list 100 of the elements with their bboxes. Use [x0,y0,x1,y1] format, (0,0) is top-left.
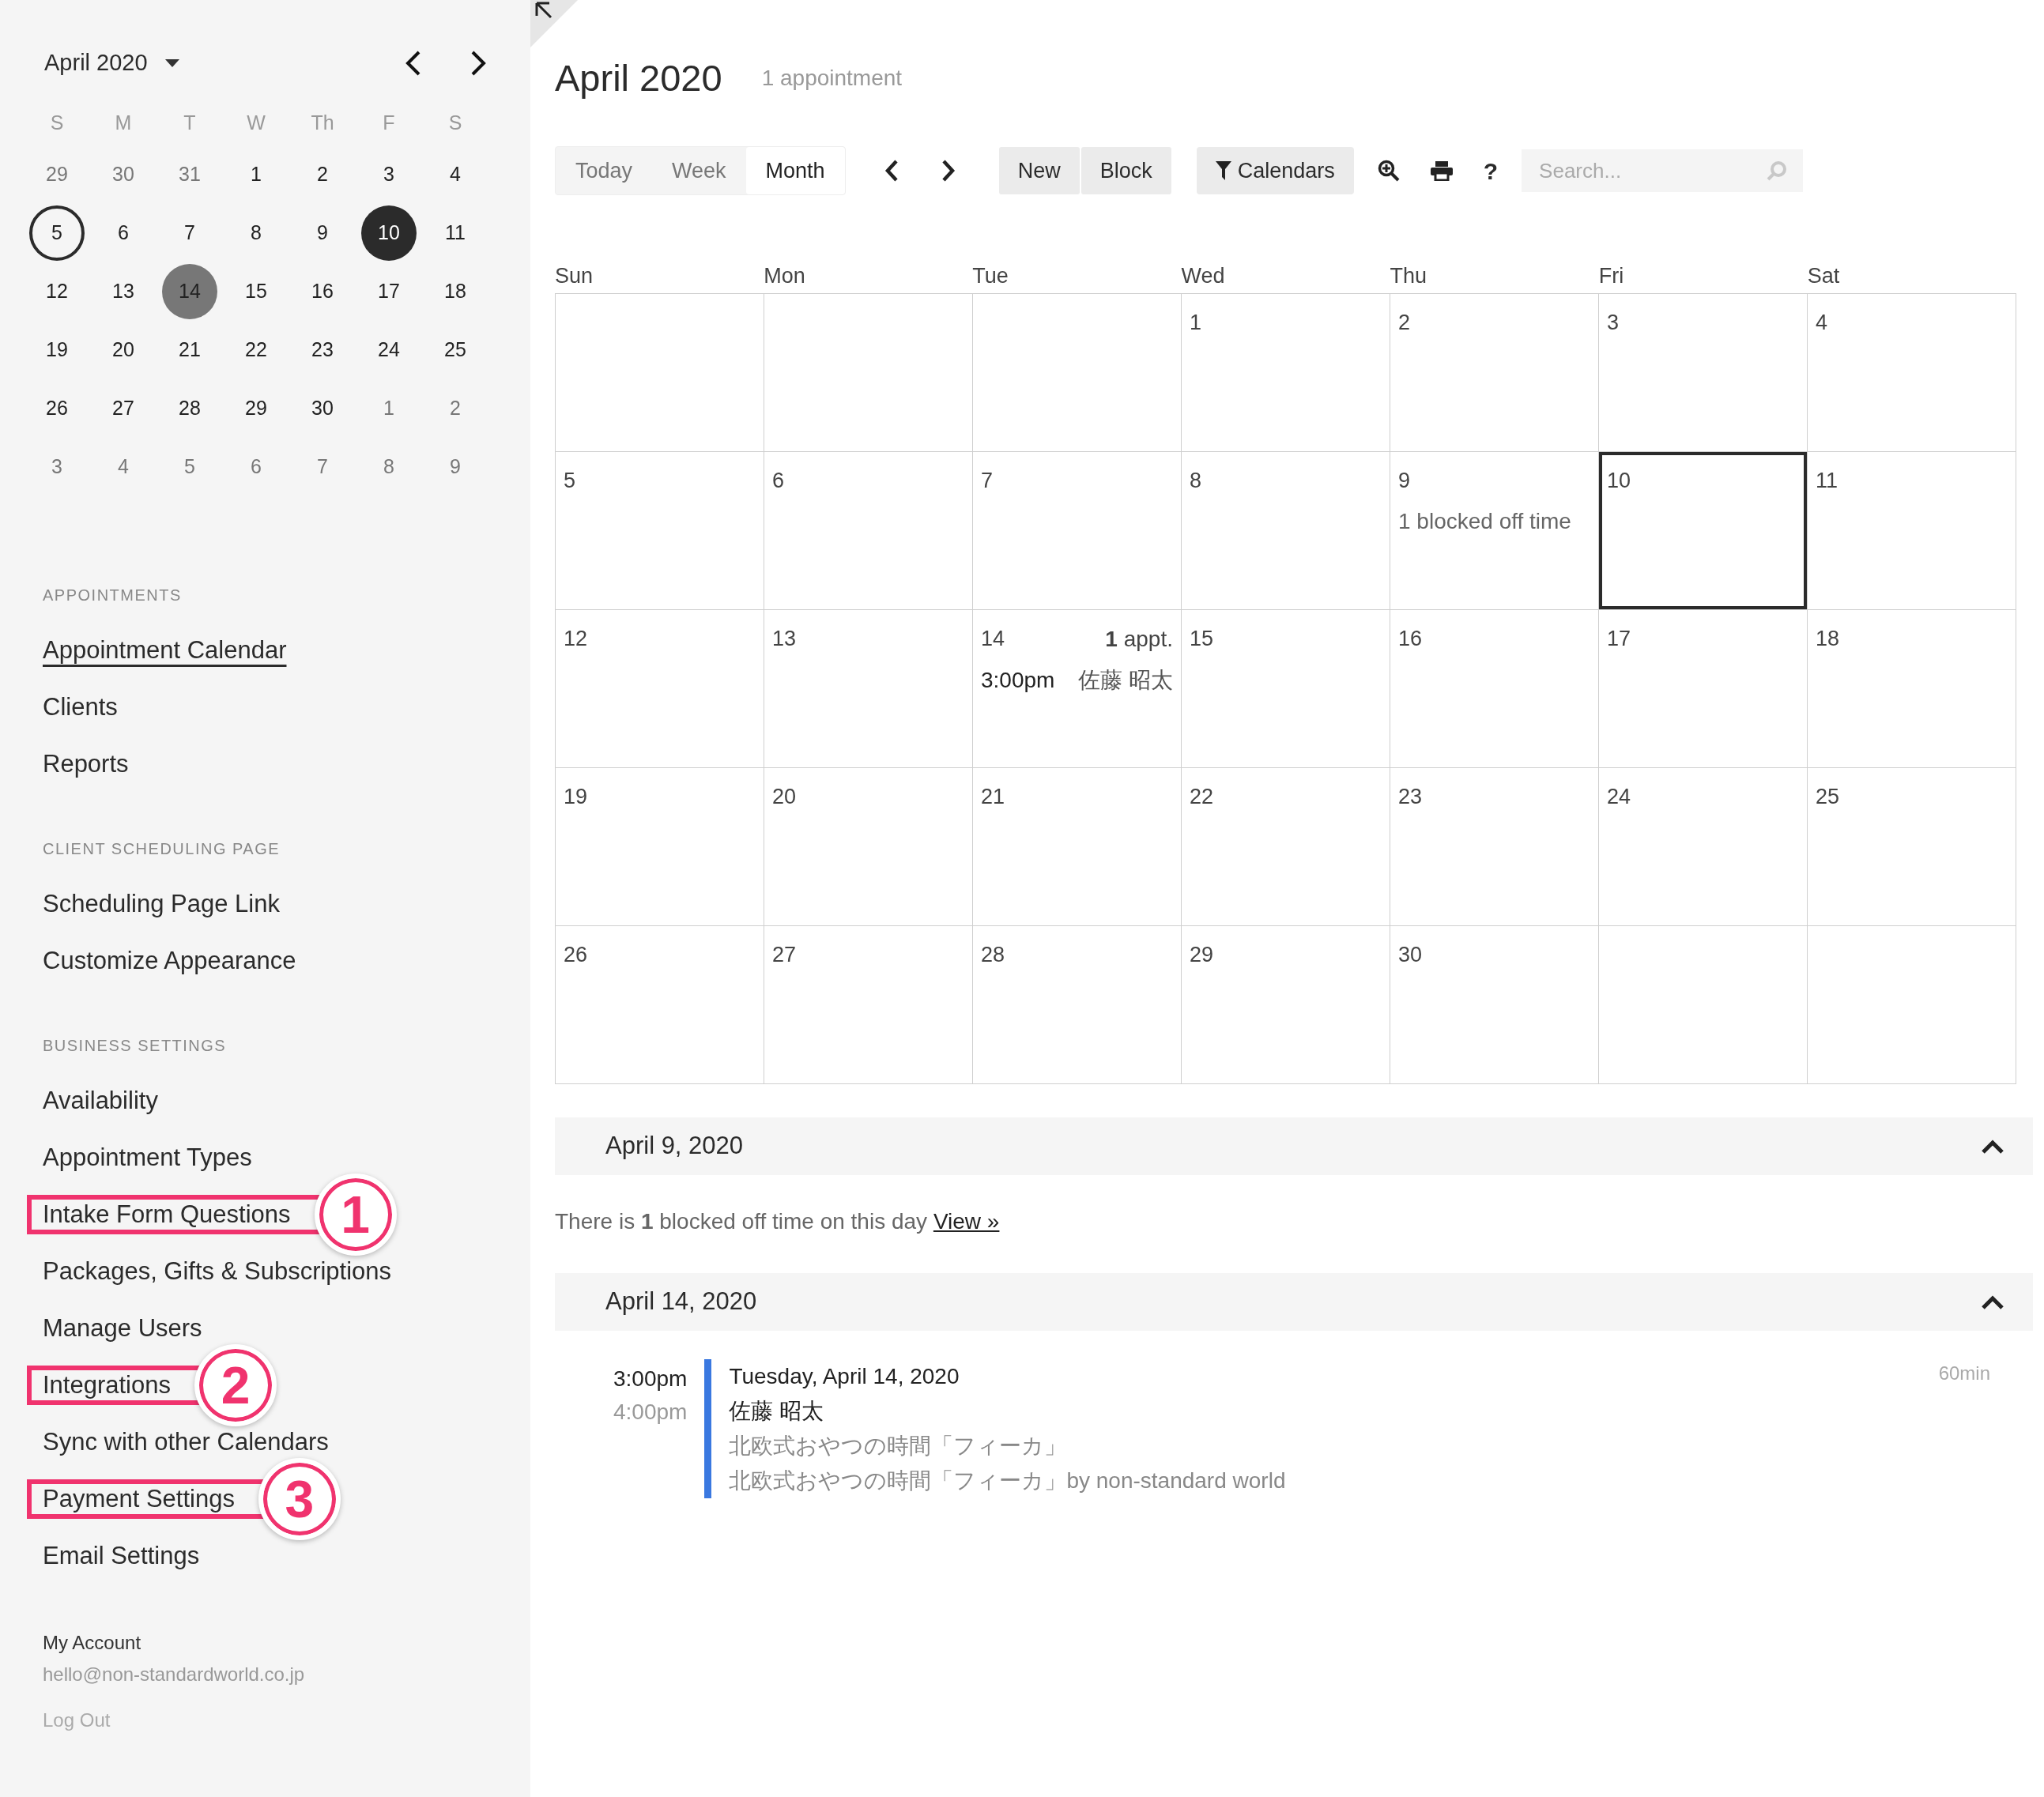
calendar-day[interactable]: 24 [361,322,417,378]
day-cell[interactable]: 17 [1599,610,1808,768]
day-cell[interactable] [1808,926,2016,1084]
calendar-day[interactable]: 5 [162,439,217,495]
calendar-day[interactable]: 1 [228,147,284,202]
calendar-day[interactable]: 17 [361,264,417,319]
day-cell[interactable]: 7 [973,452,1182,610]
calendar-day[interactable]: 7 [295,439,350,495]
view-tab[interactable]: Today [556,147,653,194]
calendar-day[interactable]: 4 [428,147,483,202]
sidebar-link[interactable]: Customize Appearance [43,942,296,980]
calendar-day[interactable]: 15 [228,264,284,319]
sidebar-link[interactable]: Integrations [43,1366,171,1404]
calendar-day[interactable]: 30 [96,147,151,202]
calendar-day[interactable]: 21 [162,322,217,378]
next-month-icon[interactable] [470,50,487,77]
day-cell[interactable]: 22 [1182,768,1390,926]
day-cell[interactable]: 1 [1182,294,1390,452]
calendar-day[interactable]: 5 [29,205,85,261]
calendar-day[interactable]: 29 [29,147,85,202]
month-picker[interactable]: April 2020 [44,46,179,81]
calendars-button[interactable]: Calendars [1196,147,1354,194]
calendar-day[interactable]: 2 [295,147,350,202]
day-cell[interactable]: 30 [1390,926,1599,1084]
sidebar-link[interactable]: Appointment Types [43,1139,252,1177]
calendar-day[interactable]: 22 [228,322,284,378]
toolbar-button[interactable]: Block [1080,147,1171,194]
day-cell[interactable]: 12 [556,610,764,768]
calendar-day[interactable]: 1 [361,381,417,436]
day-cell[interactable] [556,294,764,452]
day-cell[interactable]: 14 1 appt. 3:00pm 佐藤 昭太 [973,610,1182,768]
sidebar-link[interactable]: Payment Settings [43,1480,235,1518]
day-cell[interactable]: 25 [1808,768,2016,926]
previous-icon[interactable] [883,159,899,183]
day-cell[interactable]: 11 [1808,452,2016,610]
account-link[interactable]: My Account [43,1629,530,1657]
day-cell[interactable] [973,294,1182,452]
toolbar-button[interactable]: New [998,147,1080,194]
next-icon[interactable] [940,159,956,183]
calendar-day[interactable]: 20 [96,322,151,378]
day-cell[interactable]: 26 [556,926,764,1084]
calendar-day[interactable]: 3 [29,439,85,495]
day-cell[interactable]: 3 [1599,294,1808,452]
sidebar-link[interactable]: Scheduling Page Link [43,885,280,923]
view-tab[interactable]: Week [652,147,746,194]
day-cell[interactable]: 19 [556,768,764,926]
sidebar-link[interactable]: Appointment Calendar [43,631,287,669]
calendar-day[interactable]: 28 [162,381,217,436]
day-cell[interactable] [1599,926,1808,1084]
sidebar-link[interactable]: Reports [43,745,129,783]
day-cell[interactable]: 18 [1808,610,2016,768]
day-cell[interactable]: 5 [556,452,764,610]
day-cell[interactable]: 2 [1390,294,1599,452]
day-cell[interactable]: 23 [1390,768,1599,926]
day-header[interactable]: April 14, 2020 [555,1273,2033,1331]
calendar-day[interactable]: 8 [361,439,417,495]
help-button[interactable]: ? [1483,153,1499,189]
appointment-entry[interactable]: 3:00pm 佐藤 昭太 [981,664,1173,697]
calendar-day[interactable]: 11 [428,205,483,261]
view-tab[interactable]: Month [745,147,845,194]
day-cell[interactable]: 29 [1182,926,1390,1084]
sidebar-link[interactable]: Intake Form Questions [43,1196,291,1234]
sidebar-link[interactable]: Email Settings [43,1537,200,1575]
calendar-day[interactable]: 26 [29,381,85,436]
calendar-day[interactable]: 4 [96,439,151,495]
day-cell[interactable]: 24 [1599,768,1808,926]
day-header[interactable]: April 9, 2020 [555,1117,2033,1175]
calendar-day[interactable]: 7 [162,205,217,261]
day-cell[interactable]: 15 [1182,610,1390,768]
calendar-day[interactable]: 18 [428,264,483,319]
search-field[interactable]: Search... [1522,149,1804,192]
calendar-day[interactable]: 31 [162,147,217,202]
calendar-day[interactable]: 30 [295,381,350,436]
calendar-day[interactable]: 27 [96,381,151,436]
collapse-icon[interactable] [1981,1294,2004,1310]
collapse-icon[interactable] [1981,1138,2004,1155]
day-cell[interactable]: 21 [973,768,1182,926]
calendar-day[interactable]: 29 [228,381,284,436]
view-link[interactable]: View » [933,1209,1000,1234]
day-cell[interactable]: 20 [764,768,973,926]
calendar-day[interactable]: 6 [96,205,151,261]
collapse-icon[interactable] [530,0,578,47]
day-cell[interactable]: 4 [1808,294,2016,452]
day-cell[interactable]: 27 [764,926,973,1084]
day-cell[interactable]: 9 1 blocked off time [1390,452,1599,610]
day-cell[interactable]: 13 [764,610,973,768]
calendar-day[interactable]: 25 [428,322,483,378]
calendar-day[interactable]: 13 [96,264,151,319]
sidebar-link[interactable]: Clients [43,688,118,726]
day-cell[interactable] [764,294,973,452]
day-cell[interactable]: 6 [764,452,973,610]
calendar-day[interactable]: 6 [228,439,284,495]
day-cell[interactable]: 28 [973,926,1182,1084]
calendar-day[interactable]: 19 [29,322,85,378]
zoom-in-icon[interactable] [1377,160,1400,182]
calendar-day[interactable]: 23 [295,322,350,378]
calendar-day[interactable]: 2 [428,381,483,436]
print-icon[interactable] [1429,160,1454,181]
calendar-day[interactable]: 14 [162,264,217,319]
calendar-day[interactable]: 8 [228,205,284,261]
